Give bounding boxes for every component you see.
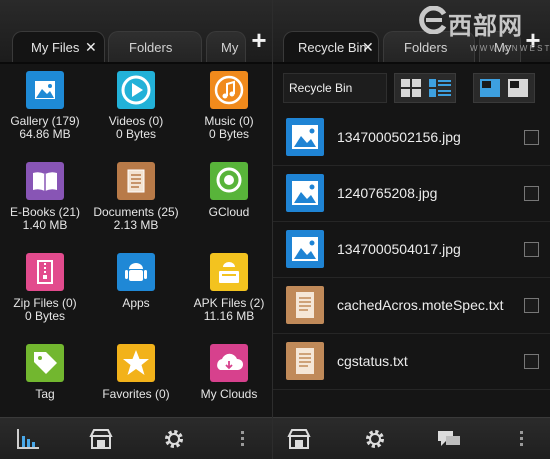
tab-label: My bbox=[221, 40, 239, 55]
tab-recycle-bin[interactable]: Recycle Bin ✕ bbox=[283, 31, 379, 62]
category-size: 64.86 MB bbox=[19, 127, 71, 141]
category-size: 0 Bytes bbox=[208, 127, 250, 141]
file-name: 1347000504017.jpg bbox=[337, 241, 461, 257]
store-icon[interactable] bbox=[287, 428, 311, 450]
tab-label: Folders bbox=[129, 40, 173, 55]
grid-view-icon[interactable] bbox=[401, 79, 421, 97]
file-row[interactable]: 1347000502156.jpg bbox=[273, 110, 550, 166]
image-file-icon bbox=[286, 230, 324, 268]
close-icon[interactable]: ✕ bbox=[362, 32, 374, 62]
tab-label: My Files bbox=[31, 40, 80, 55]
overflow-menu-icon[interactable] bbox=[517, 428, 527, 450]
file-checkbox[interactable] bbox=[524, 298, 539, 313]
settings-gear-icon[interactable] bbox=[363, 428, 387, 450]
category-star[interactable]: Favorites (0) bbox=[90, 344, 182, 401]
list-view-icon[interactable] bbox=[429, 79, 451, 97]
chat-icon[interactable] bbox=[437, 428, 461, 450]
category-label: Apps bbox=[122, 296, 150, 310]
category-tag[interactable]: Tag bbox=[0, 344, 91, 401]
image-file-icon bbox=[286, 174, 324, 212]
file-checkbox[interactable] bbox=[524, 242, 539, 257]
left-tab-bar: My Files ✕ Folders My + bbox=[0, 0, 272, 64]
image-file-icon bbox=[286, 118, 324, 156]
category-video[interactable]: Videos (0) 0 Bytes bbox=[90, 71, 182, 141]
category-size: 0 Bytes bbox=[115, 127, 157, 141]
text-file-icon bbox=[286, 342, 324, 380]
category-gallery[interactable]: Gallery (179) 64.86 MB bbox=[0, 71, 91, 141]
right-bottom-toolbar bbox=[273, 417, 550, 459]
view-mode-toggle bbox=[394, 73, 456, 103]
file-name: 1240765208.jpg bbox=[337, 185, 438, 201]
file-name: cachedAcros.moteSpec.txt bbox=[337, 297, 504, 313]
tab-folders[interactable]: Folders bbox=[108, 31, 202, 62]
overflow-menu-icon[interactable] bbox=[238, 428, 248, 450]
music-icon bbox=[210, 71, 248, 109]
category-ebook[interactable]: E-Books (21) 1.40 MB bbox=[0, 162, 91, 232]
file-row[interactable]: 1347000504017.jpg bbox=[273, 222, 550, 278]
file-checkbox[interactable] bbox=[524, 354, 539, 369]
file-checkbox[interactable] bbox=[524, 186, 539, 201]
text-file-icon bbox=[286, 286, 324, 324]
tab-my[interactable]: My bbox=[206, 31, 246, 62]
category-size: 0 Bytes bbox=[24, 309, 66, 323]
chart-icon[interactable] bbox=[16, 428, 40, 450]
tag-icon bbox=[26, 344, 64, 382]
ebook-icon bbox=[26, 162, 64, 200]
left-bottom-toolbar bbox=[0, 417, 272, 459]
single-window-icon[interactable] bbox=[508, 79, 528, 97]
category-label: Tag bbox=[35, 387, 55, 401]
category-cloud[interactable]: My Clouds bbox=[183, 344, 272, 401]
file-row[interactable]: cachedAcros.moteSpec.txt bbox=[273, 278, 550, 334]
left-panel: My Files ✕ Folders My + Gallery (179) 64.… bbox=[0, 0, 272, 459]
watermark-logo: 西部网 W W W . C N W E S T . N E bbox=[418, 6, 550, 56]
apk-icon bbox=[210, 253, 248, 291]
category-label: GCloud bbox=[208, 205, 250, 219]
category-size: 1.40 MB bbox=[22, 218, 68, 232]
tab-my-files[interactable]: My Files ✕ bbox=[12, 31, 105, 62]
watermark-e-icon bbox=[419, 6, 447, 34]
category-label: Favorites (0) bbox=[102, 387, 170, 401]
close-icon[interactable]: ✕ bbox=[85, 32, 97, 62]
split-window-icon[interactable] bbox=[480, 79, 500, 97]
zip-icon bbox=[26, 253, 64, 291]
add-tab-icon[interactable]: + bbox=[247, 27, 271, 53]
android-icon bbox=[117, 253, 155, 291]
category-size: 11.16 MB bbox=[203, 309, 255, 323]
tab-label: Recycle Bin bbox=[298, 40, 367, 55]
watermark-title: 西部网 bbox=[448, 13, 523, 40]
right-panel: Recycle Bin ✕ Folders My + Recycle Bin 1… bbox=[273, 0, 550, 459]
documents-icon bbox=[117, 162, 155, 200]
cloud-icon bbox=[210, 344, 248, 382]
file-name: 1347000502156.jpg bbox=[337, 129, 461, 145]
category-music[interactable]: Music (0) 0 Bytes bbox=[183, 71, 272, 141]
settings-gear-icon[interactable] bbox=[162, 428, 186, 450]
gcloud-icon bbox=[210, 162, 248, 200]
category-zip[interactable]: Zip Files (0) 0 Bytes bbox=[0, 253, 91, 323]
store-icon[interactable] bbox=[89, 428, 113, 450]
file-name: cgstatus.txt bbox=[337, 353, 408, 369]
category-gcloud[interactable]: GCloud bbox=[183, 162, 272, 219]
file-row[interactable]: 1240765208.jpg bbox=[273, 166, 550, 222]
category-label: My Clouds bbox=[200, 387, 258, 401]
gallery-icon bbox=[26, 71, 64, 109]
star-icon bbox=[117, 344, 155, 382]
category-apk[interactable]: APK Files (2) 11.16 MB bbox=[183, 253, 272, 323]
category-android[interactable]: Apps bbox=[90, 253, 182, 310]
location-path[interactable]: Recycle Bin bbox=[283, 73, 387, 103]
window-mode-toggle bbox=[473, 73, 535, 103]
file-checkbox[interactable] bbox=[524, 130, 539, 145]
video-icon bbox=[117, 71, 155, 109]
category-documents[interactable]: Documents (25) 2.13 MB bbox=[90, 162, 182, 232]
category-size: 2.13 MB bbox=[113, 218, 159, 232]
file-row[interactable]: cgstatus.txt bbox=[273, 334, 550, 390]
watermark-url: W W W . C N W E S T . N E bbox=[470, 44, 550, 53]
